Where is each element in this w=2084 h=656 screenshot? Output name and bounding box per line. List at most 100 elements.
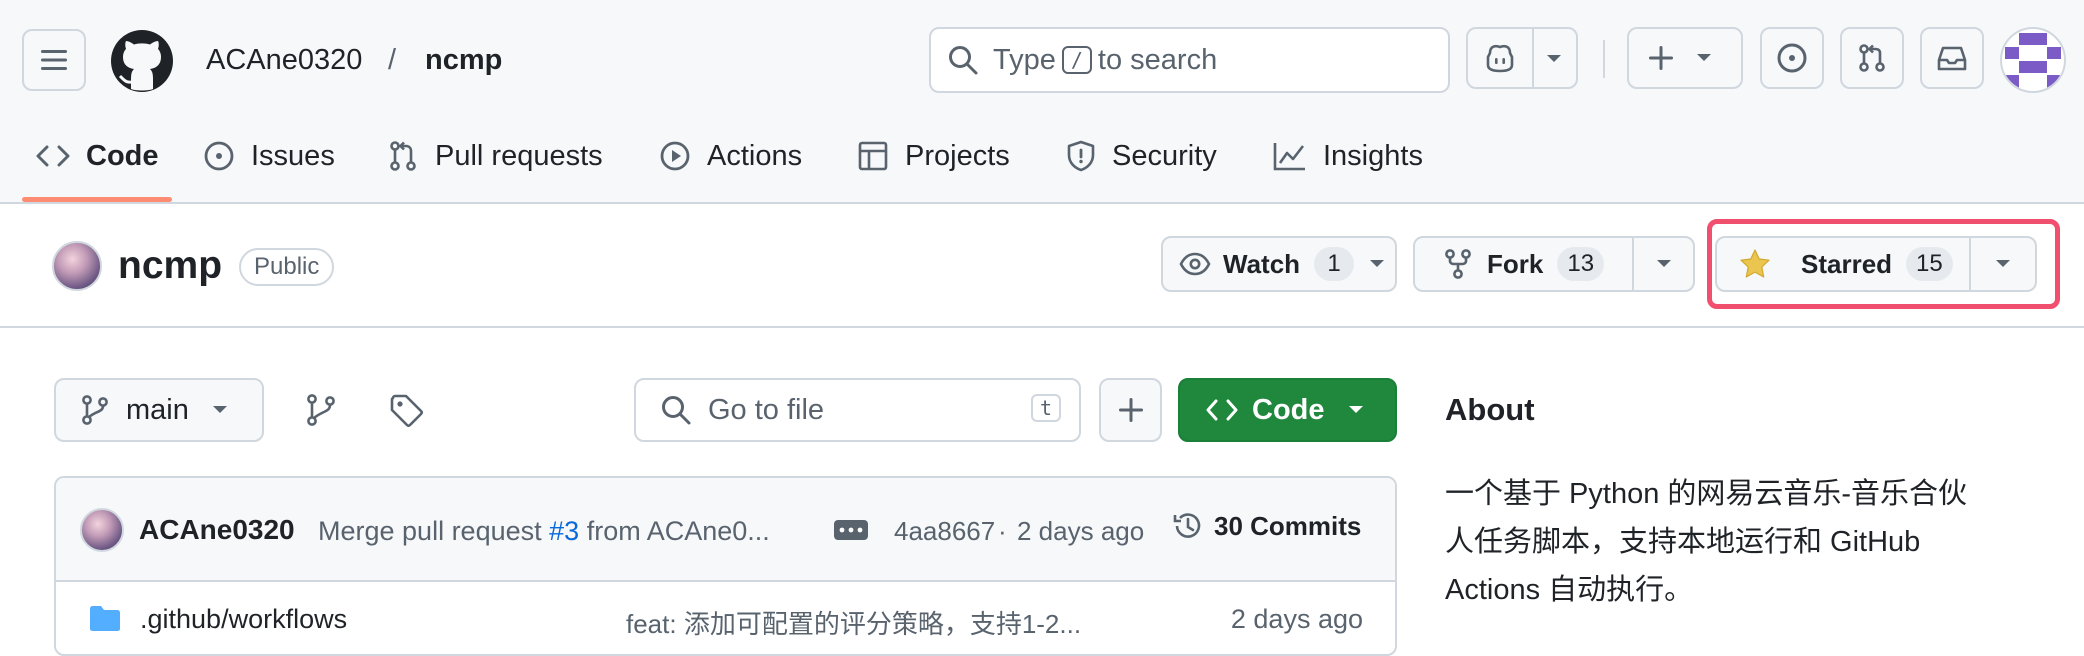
copilot-button[interactable] <box>1466 27 1578 89</box>
go-to-file-shortcut-key: t <box>1030 394 1061 422</box>
tab-label: Pull requests <box>435 139 603 172</box>
issue-opened-icon <box>1777 43 1807 73</box>
play-icon <box>660 141 690 171</box>
history-icon <box>1173 513 1201 538</box>
file-name[interactable]: .github/workflows <box>140 604 347 635</box>
search-placeholder-suffix: to search <box>1097 43 1218 76</box>
search-icon <box>662 396 691 425</box>
tab-actions[interactable]: Actions <box>659 132 802 180</box>
copilot-icon <box>1486 44 1514 73</box>
code-dropdown-button[interactable]: Code <box>1178 378 1397 442</box>
chevron-down-icon <box>1348 406 1363 413</box>
branches-icon[interactable] <box>306 394 336 426</box>
about-description-line: Actions 自动执行。 <box>1445 574 1694 606</box>
user-avatar[interactable] <box>2000 27 2066 93</box>
tab-label: Actions <box>707 139 803 172</box>
hamburger-icon <box>41 50 67 70</box>
chevron-down-icon <box>1697 54 1711 61</box>
code-icon <box>1206 399 1238 421</box>
search-shortcut-key: / <box>1061 46 1092 74</box>
fork-button[interactable]: Fork 13 <box>1413 236 1634 292</box>
commit-message-prefix: Merge pull request <box>318 516 542 546</box>
search-placeholder-prefix: Type <box>993 43 1056 76</box>
tab-code[interactable]: Code <box>36 132 159 180</box>
fork-label: Fork <box>1487 248 1544 279</box>
inbox-button[interactable] <box>1920 27 1984 89</box>
tab-projects[interactable]: Projects <box>857 132 1010 180</box>
issue-opened-icon <box>204 141 234 171</box>
expand-commit-message-button[interactable] <box>834 520 868 540</box>
plus-icon <box>1649 46 1673 70</box>
repo-link[interactable]: ncmp <box>425 42 502 78</box>
menu-button[interactable] <box>22 29 86 91</box>
commit-message[interactable]: Merge pull request #3 from ACAne0... <box>318 516 770 547</box>
tab-label: Insights <box>1323 139 1423 172</box>
about-heading: About <box>1445 392 1535 427</box>
fork-dropdown-button[interactable] <box>1632 236 1695 292</box>
table-icon <box>858 141 888 171</box>
git-pull-request-icon <box>1859 44 1885 72</box>
file-commit-message[interactable]: feat: 添加可配置的评分策略，支持1-2... <box>626 604 1081 641</box>
commit-author-avatar[interactable] <box>80 508 124 552</box>
breadcrumb-separator: / <box>388 44 397 76</box>
search-icon <box>949 46 978 75</box>
about-description: 一个基于 Python 的网易云音乐-音乐合伙 人任务脚本，支持本地运行和 Gi… <box>1445 470 2065 614</box>
global-header: ACAne0320 / ncmp Type / to search Code I… <box>0 0 2084 204</box>
tab-label: Issues <box>251 139 335 172</box>
graph-icon <box>1273 143 1305 171</box>
visibility-badge: Public <box>239 248 335 286</box>
add-file-button[interactable] <box>1099 378 1162 442</box>
plus-icon <box>1118 398 1143 422</box>
file-table: ACAne0320 Merge pull request #3 from ACA… <box>54 476 1397 656</box>
commit-pr-link[interactable]: #3 <box>549 516 579 546</box>
issues-shortcut-button[interactable] <box>1760 27 1824 89</box>
tab-security[interactable]: Security <box>1066 132 1217 180</box>
branch-selector[interactable]: main <box>54 378 264 442</box>
selected-tab-indicator <box>22 197 172 202</box>
file-row[interactable]: .github/workflows feat: 添加可配置的评分策略，支持1-2… <box>56 582 1395 654</box>
chevron-down-icon[interactable] <box>1545 53 1563 65</box>
header-divider <box>1603 40 1605 78</box>
github-logo-icon[interactable] <box>110 29 174 93</box>
watch-count: 1 <box>1314 247 1355 281</box>
tab-label: Code <box>86 139 159 172</box>
about-description-line: 人任务脚本，支持本地运行和 GitHub <box>1445 526 1921 558</box>
pull-requests-shortcut-button[interactable] <box>1840 27 1904 89</box>
fork-count: 13 <box>1557 247 1605 281</box>
repo-title[interactable]: ncmp <box>118 244 222 288</box>
git-branch-icon <box>82 395 108 425</box>
shield-icon <box>1067 140 1095 172</box>
chevron-down-icon <box>212 406 227 413</box>
owner-link[interactable]: ACAne0320 <box>206 42 362 78</box>
chevron-down-icon <box>1370 260 1385 267</box>
chevron-down-icon <box>1656 260 1671 267</box>
owner-avatar[interactable] <box>52 241 102 291</box>
copilot-divider <box>1532 29 1534 87</box>
tab-insights[interactable]: Insights <box>1273 132 1423 180</box>
ellipsis-icon <box>839 527 863 533</box>
search-input[interactable]: Type / to search <box>929 27 1450 93</box>
tab-pull-requests[interactable]: Pull requests <box>387 132 603 180</box>
watch-button[interactable]: Watch 1 <box>1161 236 1397 292</box>
commits-history-link[interactable]: 30 Commits <box>1172 510 1361 542</box>
tab-issues[interactable]: Issues <box>203 132 335 180</box>
tab-label: Projects <box>905 139 1010 172</box>
go-to-file-placeholder: Go to file <box>708 393 825 426</box>
code-button-label: Code <box>1252 393 1325 426</box>
latest-commit-row: ACAne0320 Merge pull request #3 from ACA… <box>56 478 1395 582</box>
commits-count-label: 30 Commits <box>1214 510 1362 541</box>
file-commit-time: 2 days ago <box>1230 604 1363 634</box>
git-pull-request-icon <box>390 141 416 171</box>
create-new-button[interactable] <box>1627 27 1743 89</box>
tag-icon[interactable] <box>390 394 424 428</box>
eye-icon <box>1179 252 1211 276</box>
starred-highlight-box <box>1707 219 2060 309</box>
go-to-file-input[interactable]: Go to file t <box>634 378 1081 442</box>
watch-label: Watch <box>1223 248 1301 279</box>
commit-sha[interactable]: 4aa8667 <box>894 516 995 547</box>
tab-label: Security <box>1112 139 1217 172</box>
commit-message-suffix: from ACAne0... <box>586 516 770 546</box>
code-icon <box>36 145 70 167</box>
commit-author[interactable]: ACAne0320 <box>139 514 295 546</box>
inbox-icon <box>1937 46 1967 71</box>
